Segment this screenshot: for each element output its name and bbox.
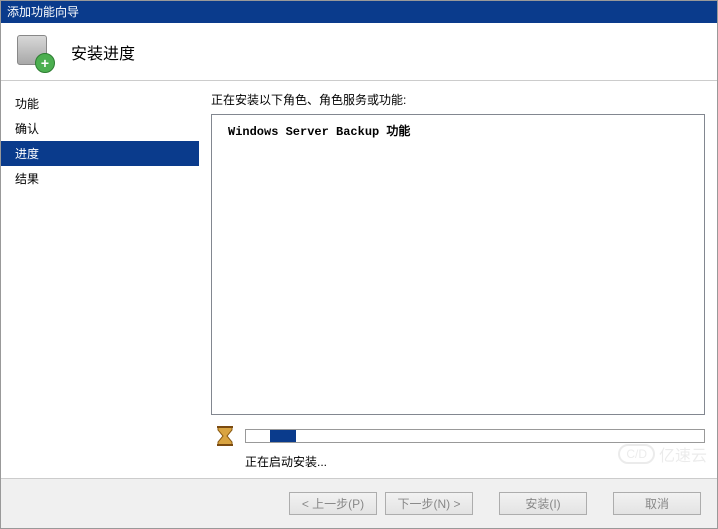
progress-row: [211, 425, 705, 447]
wizard-sidebar: 功能 确认 进度 结果: [1, 81, 199, 478]
wizard-footer: < 上一步(P) 下一步(N) > 安装(I) 取消: [1, 478, 717, 528]
progress-bar: [245, 429, 705, 443]
sidebar-item-progress[interactable]: 进度: [1, 141, 199, 166]
wizard-header: + 安装进度: [1, 23, 717, 81]
window-title: 添加功能向导: [7, 5, 79, 19]
page-title: 安装进度: [71, 40, 135, 64]
installing-label: 正在安装以下角色、角色服务或功能:: [211, 91, 705, 108]
window-title-bar: 添加功能向导: [1, 1, 717, 23]
install-listbox: Windows Server Backup 功能: [211, 114, 705, 415]
next-button[interactable]: 下一步(N) >: [385, 492, 473, 515]
hourglass-icon: [215, 425, 235, 447]
wizard-body: 功能 确认 进度 结果 正在安装以下角色、角色服务或功能: Windows Se…: [1, 81, 717, 478]
status-text: 正在启动安装...: [211, 453, 705, 470]
server-plus-icon: +: [15, 33, 53, 71]
sidebar-item-features[interactable]: 功能: [1, 91, 199, 116]
install-button[interactable]: 安装(I): [499, 492, 587, 515]
sidebar-item-confirm[interactable]: 确认: [1, 116, 199, 141]
progress-fill: [270, 430, 296, 442]
prev-button[interactable]: < 上一步(P): [289, 492, 377, 515]
sidebar-item-results[interactable]: 结果: [1, 166, 199, 191]
list-item: Windows Server Backup 功能: [220, 121, 696, 140]
main-panel: 正在安装以下角色、角色服务或功能: Windows Server Backup …: [199, 81, 717, 478]
cancel-button[interactable]: 取消: [613, 492, 701, 515]
